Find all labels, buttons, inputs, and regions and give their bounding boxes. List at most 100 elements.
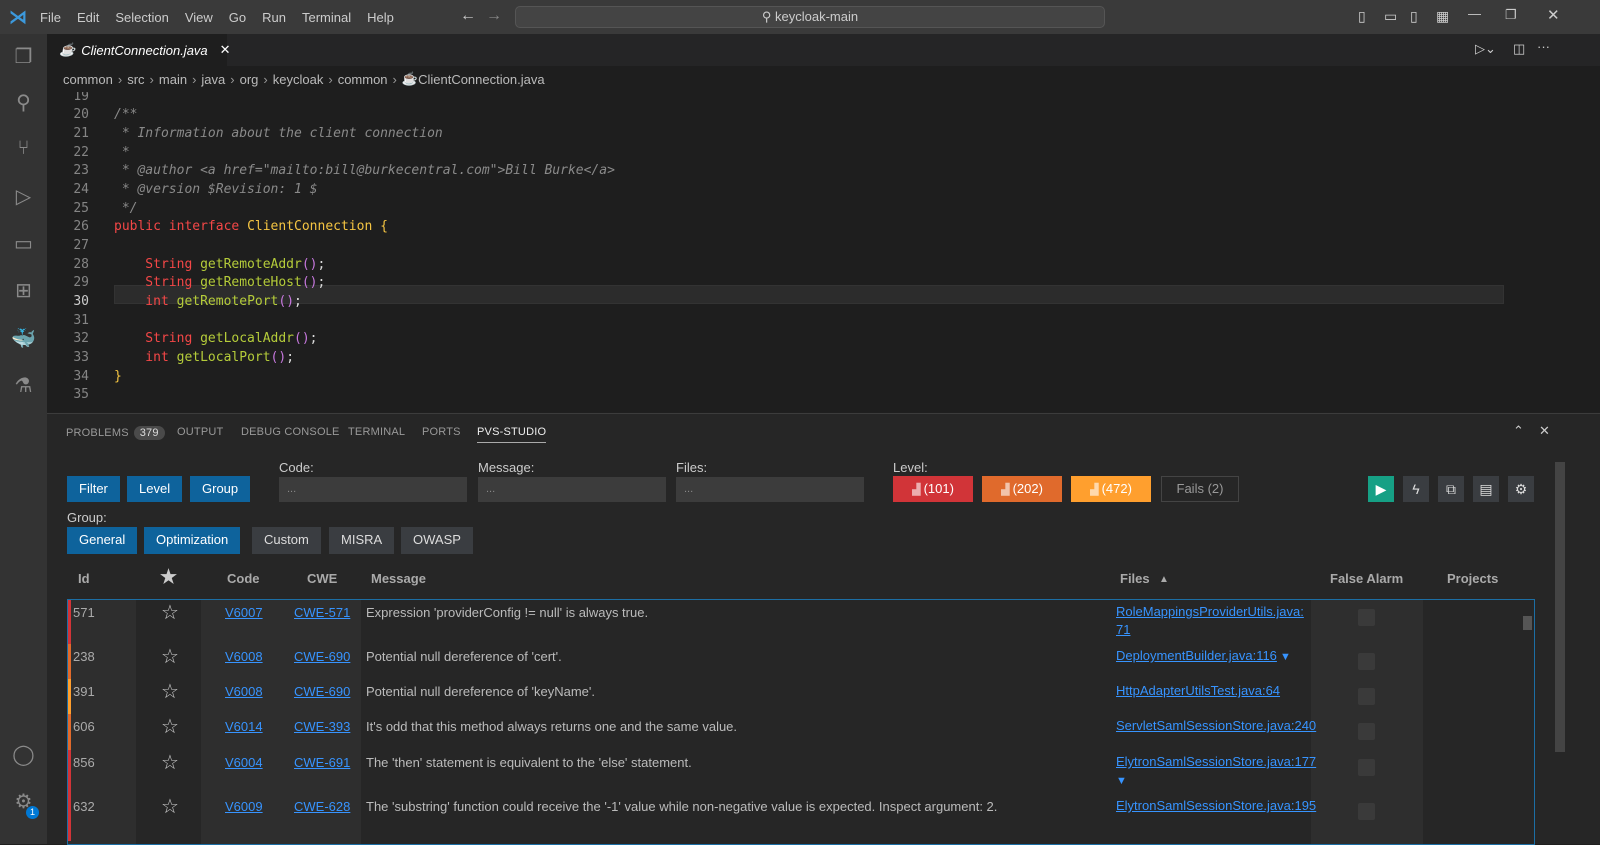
file-link[interactable]: HttpAdapterUtilsTest.java:64 (1116, 683, 1280, 698)
menu-edit[interactable]: Edit (69, 10, 107, 25)
tab-output[interactable]: OUTPUT (177, 426, 223, 438)
cwe-link[interactable]: CWE-690 (294, 649, 350, 664)
code-editor[interactable]: 19 20 /** 21 * Information about the client… (47, 92, 1600, 412)
group-owasp[interactable]: OWASP (401, 527, 473, 554)
run-icon[interactable]: ▷⌄ (1475, 41, 1496, 57)
customize-layout-icon[interactable]: ▦ (1436, 8, 1449, 25)
restore-icon[interactable]: ❐ (1505, 7, 1517, 23)
col-false-alarm[interactable]: False Alarm (1330, 571, 1403, 586)
files-filter-input[interactable]: ... (676, 477, 864, 502)
cwe-link[interactable]: CWE-393 (294, 719, 350, 734)
diagnostic-code-link[interactable]: V6009 (225, 799, 263, 814)
table-row[interactable]: 606 ☆ V6014 CWE-393 It's odd that this metho… (68, 714, 1518, 755)
favorite-star-icon[interactable]: ☆ (161, 647, 179, 667)
message-filter-input[interactable]: ... (478, 477, 666, 502)
tab-client-connection[interactable]: ☕ ClientConnection.java ✕ (47, 34, 231, 66)
open-report-icon[interactable]: ▤ (1473, 476, 1499, 502)
back-icon[interactable]: ← (460, 7, 476, 25)
diagnostic-code-link[interactable]: V6004 (225, 755, 263, 770)
minimize-icon[interactable]: — (1468, 6, 1481, 21)
toggle-secondary-sidebar-icon[interactable]: ▯ (1410, 8, 1418, 25)
breadcrumb-item[interactable]: main (159, 72, 187, 87)
forward-icon[interactable]: → (486, 7, 502, 25)
col-message[interactable]: Message (371, 571, 426, 586)
menu-selection[interactable]: Selection (107, 10, 176, 25)
breadcrumb-item[interactable]: ClientConnection.java (418, 72, 544, 87)
breadcrumb-item[interactable]: java (201, 72, 225, 87)
diagnostic-code-link[interactable]: V6008 (225, 684, 263, 699)
source-control-icon[interactable]: ⑂ (10, 137, 37, 164)
cwe-link[interactable]: CWE-690 (294, 684, 350, 699)
level-button[interactable]: Level (127, 476, 183, 502)
run-analysis-icon[interactable]: ▶ (1368, 476, 1394, 502)
breadcrumb-item[interactable]: common (63, 72, 113, 87)
extensions-icon[interactable]: ⊞ (10, 278, 37, 305)
breadcrumb-item[interactable]: org (240, 72, 259, 87)
false-alarm-checkbox[interactable] (1358, 759, 1375, 776)
docker-icon[interactable]: 🐳 (10, 326, 37, 353)
group-misra[interactable]: MISRA (329, 527, 395, 554)
run-debug-icon[interactable]: ▷ (10, 184, 37, 211)
file-link[interactable]: ElytronSamlSessionStore.java:177 (1116, 754, 1316, 769)
breadcrumb-item[interactable]: src (127, 72, 144, 87)
toggle-panel-icon[interactable]: ▭ (1384, 8, 1397, 25)
copy-report-icon[interactable]: ⧉ (1438, 476, 1464, 502)
table-row[interactable]: 391 ☆ V6008 CWE-690 Potential null dereferen… (68, 679, 1518, 719)
file-link[interactable]: ServletSamlSessionStore.java:240 (1116, 718, 1316, 733)
filter-button[interactable]: Filter (67, 476, 120, 502)
toggle-sidebar-icon[interactable]: ▯ (1358, 8, 1366, 25)
favorite-star-icon[interactable]: ☆ (161, 603, 179, 623)
level-2-button[interactable]: ▟ (202) (982, 476, 1062, 502)
tab-debug-console[interactable]: DEBUG CONSOLE (241, 426, 340, 438)
panel-scrollbar[interactable] (1555, 462, 1565, 752)
cwe-link[interactable]: CWE-571 (294, 605, 350, 620)
quick-action-icon[interactable]: ϟ (1403, 476, 1429, 502)
favorite-star-icon[interactable]: ☆ (161, 753, 179, 773)
accounts-icon[interactable]: ◯ (10, 742, 37, 769)
group-optimization[interactable]: Optimization (144, 527, 241, 554)
maximize-panel-icon[interactable]: ⌃ (1513, 423, 1524, 439)
group-custom[interactable]: Custom (252, 527, 321, 554)
table-row[interactable]: 856 ☆ V6004 CWE-691 The 'then' statement is … (68, 750, 1518, 799)
expand-positions-icon[interactable]: ▼ (1277, 651, 1291, 663)
false-alarm-checkbox[interactable] (1358, 609, 1375, 626)
file-link[interactable]: RoleMappingsProviderUtils.java: (1116, 604, 1304, 619)
split-editor-icon[interactable]: ◫ (1513, 41, 1525, 57)
table-row[interactable]: 632 ☆ V6009 CWE-628 The 'substring' function… (68, 794, 1518, 844)
menu-go[interactable]: Go (221, 10, 254, 25)
breadcrumb-item[interactable]: common (338, 72, 388, 87)
favorite-column-star-icon[interactable]: ★ (160, 566, 177, 589)
favorite-star-icon[interactable]: ☆ (161, 682, 179, 702)
tab-pvs-studio[interactable]: PVS-STUDIO (477, 426, 547, 443)
more-actions-icon[interactable]: ··· (1537, 39, 1550, 54)
table-row[interactable]: 238 ☆ V6008 CWE-690 Potential null dereferen… (68, 644, 1518, 684)
tab-ports[interactable]: PORTS (422, 426, 461, 438)
fails-button[interactable]: Fails (2) (1161, 476, 1239, 502)
remote-explorer-icon[interactable]: ▭ (10, 231, 37, 258)
col-cwe[interactable]: CWE (307, 571, 337, 586)
favorite-star-icon[interactable]: ☆ (161, 797, 179, 817)
menu-run[interactable]: Run (254, 10, 294, 25)
file-link[interactable]: ElytronSamlSessionStore.java:195 (1116, 798, 1316, 813)
menu-terminal[interactable]: Terminal (294, 10, 359, 25)
group-general[interactable]: General (67, 527, 138, 554)
group-button[interactable]: Group (190, 476, 251, 502)
col-code[interactable]: Code (227, 571, 260, 586)
false-alarm-checkbox[interactable] (1358, 653, 1375, 670)
cwe-link[interactable]: CWE-691 (294, 755, 350, 770)
diagnostic-code-link[interactable]: V6007 (225, 605, 263, 620)
col-projects[interactable]: Projects (1447, 571, 1498, 586)
expand-positions-icon[interactable]: ▼ (1116, 775, 1127, 787)
col-id[interactable]: Id (78, 571, 90, 586)
cwe-link[interactable]: CWE-628 (294, 799, 350, 814)
search-icon[interactable]: ⚲ (10, 90, 37, 117)
file-link[interactable]: DeploymentBuilder.java:116 (1116, 648, 1277, 663)
code-filter-input[interactable]: ... (279, 477, 467, 502)
level-3-button[interactable]: ▟ (472) (1071, 476, 1151, 502)
false-alarm-checkbox[interactable] (1358, 723, 1375, 740)
false-alarm-checkbox[interactable] (1358, 688, 1375, 705)
breadcrumb-item[interactable]: keycloak (273, 72, 324, 87)
close-panel-icon[interactable]: ✕ (1539, 423, 1550, 439)
false-alarm-checkbox[interactable] (1358, 803, 1375, 820)
settings-gear-icon[interactable]: ⚙ (1508, 476, 1534, 502)
